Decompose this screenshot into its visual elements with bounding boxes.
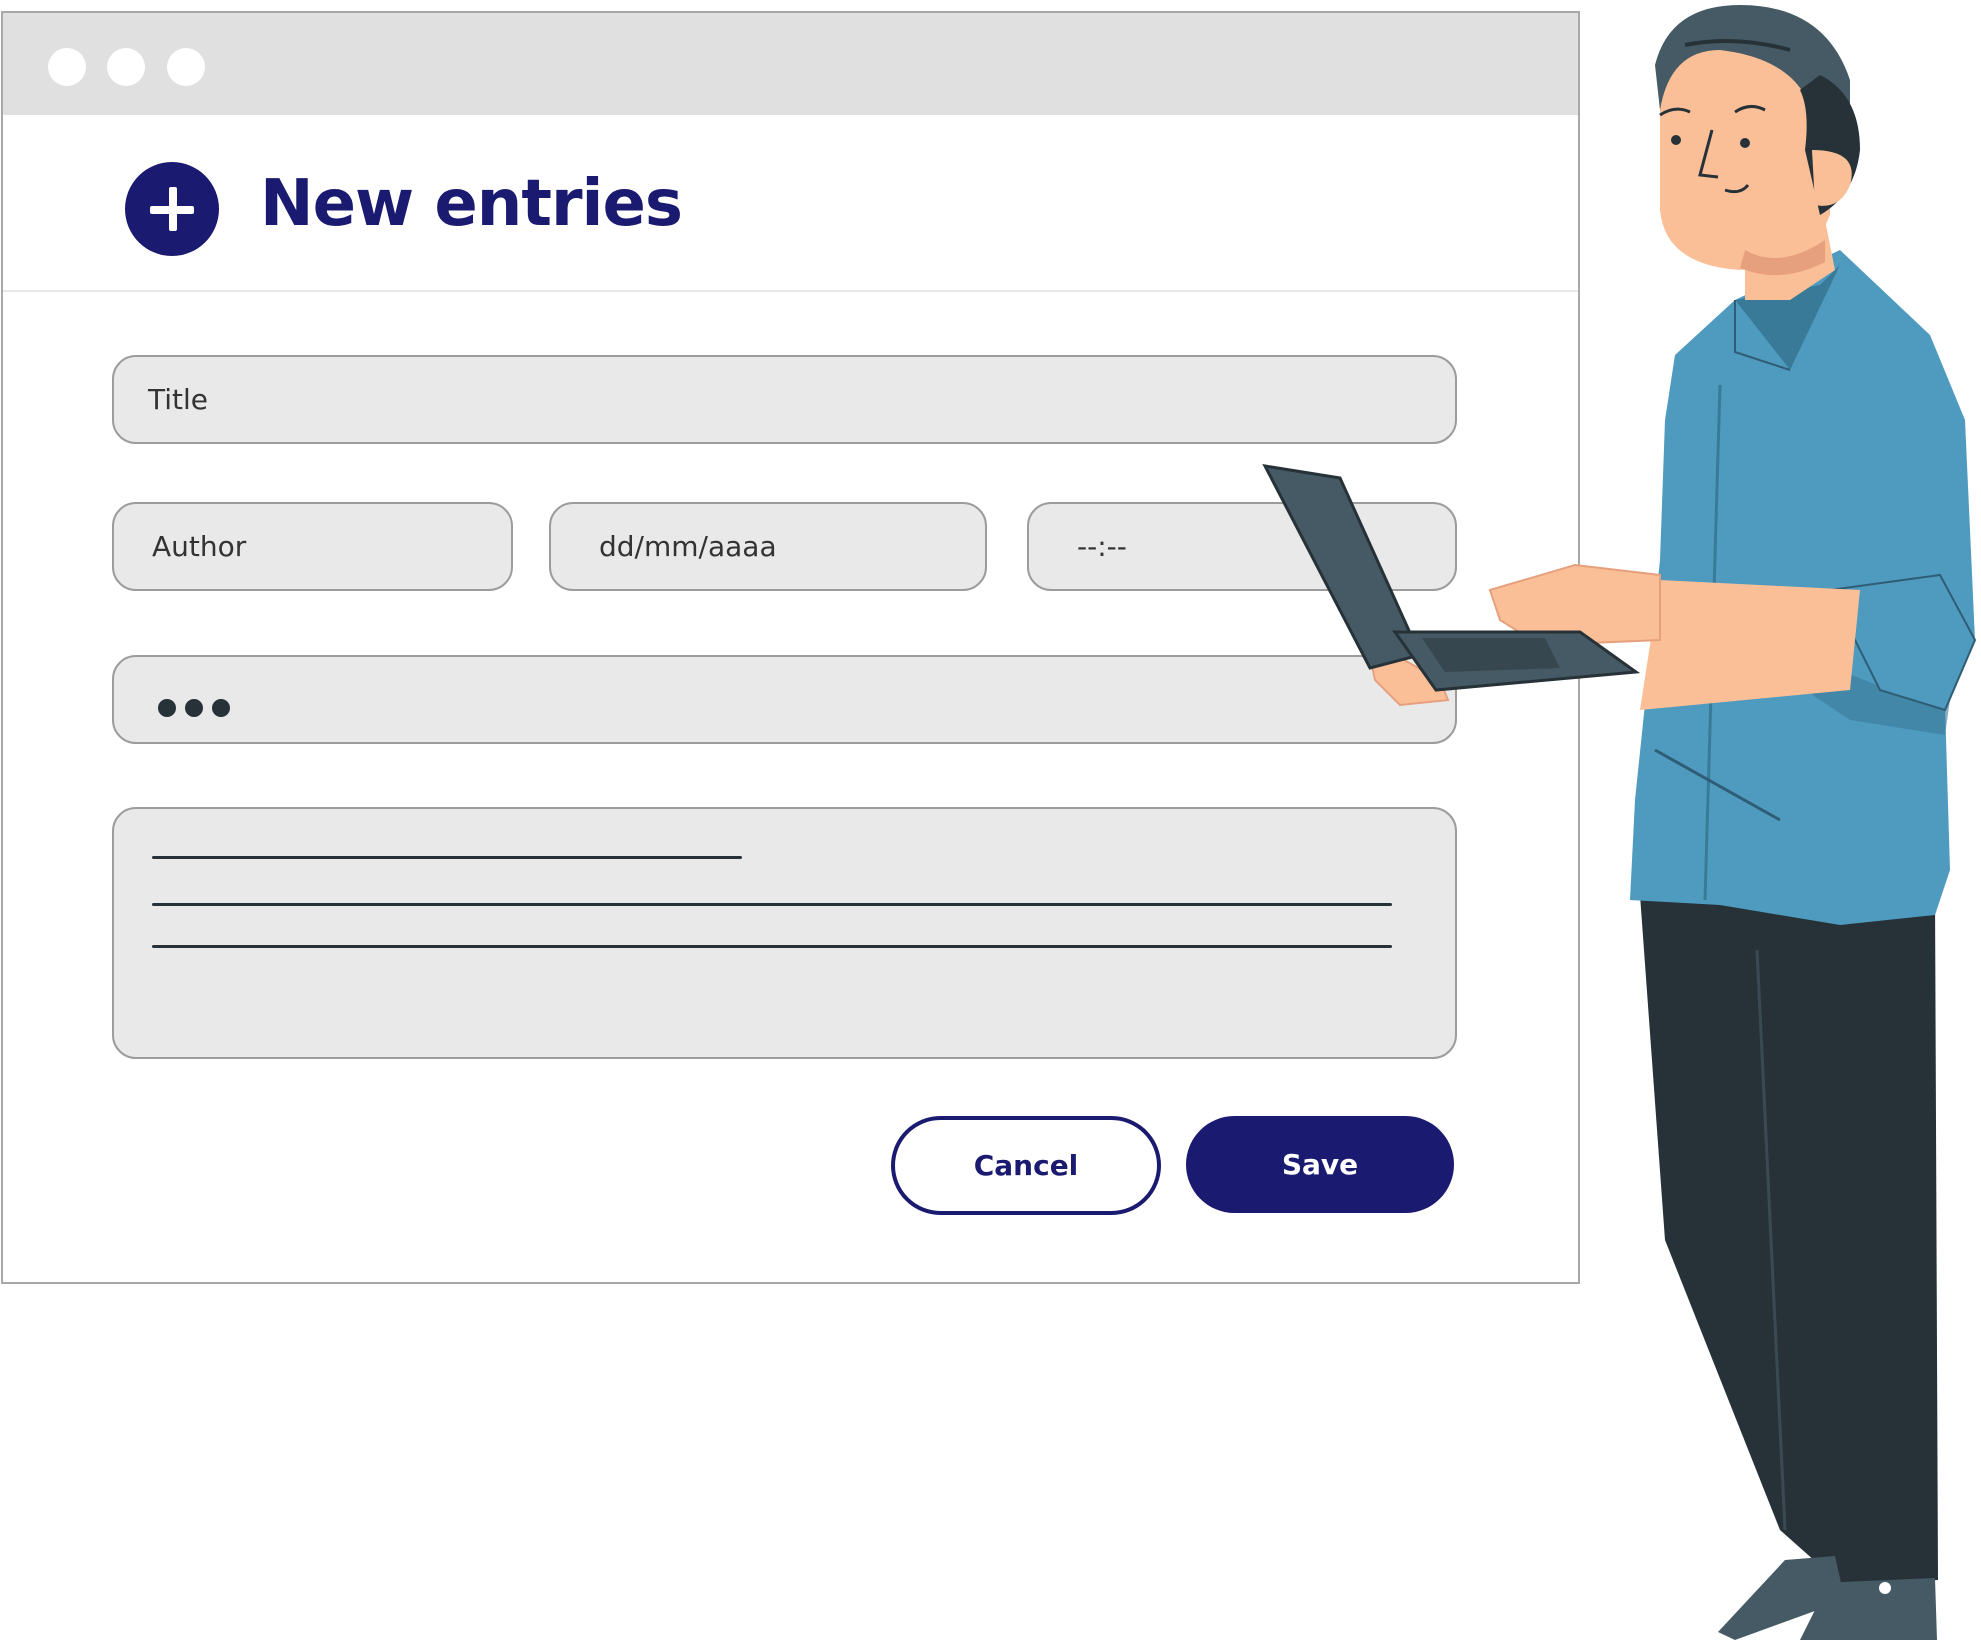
password-dot [212, 699, 230, 717]
author-placeholder: Author [152, 530, 247, 563]
password-dot [158, 699, 176, 717]
text-line [152, 856, 742, 859]
password-dot [185, 699, 203, 717]
text-line [152, 903, 1392, 906]
laptop-screen [1262, 464, 1423, 670]
time-placeholder: --:-- [1077, 530, 1127, 563]
window-dot-1[interactable] [48, 48, 86, 86]
author-input[interactable]: Author [112, 502, 513, 591]
arm [1640, 580, 1860, 710]
pants [1640, 895, 1938, 1585]
date-input[interactable]: dd/mm/aaaa [549, 502, 987, 591]
person-illustration [1262, 5, 1977, 1640]
window-dot-3[interactable] [167, 48, 205, 86]
text-line [152, 945, 1392, 948]
page-title: New entries [260, 167, 683, 241]
title-placeholder: Title [148, 383, 209, 416]
date-placeholder: dd/mm/aaaa [599, 530, 777, 563]
password-dots [158, 691, 239, 724]
plus-circle-icon[interactable] [125, 162, 219, 256]
cancel-button[interactable]: Cancel [891, 1116, 1161, 1215]
window-dot-2[interactable] [107, 48, 145, 86]
